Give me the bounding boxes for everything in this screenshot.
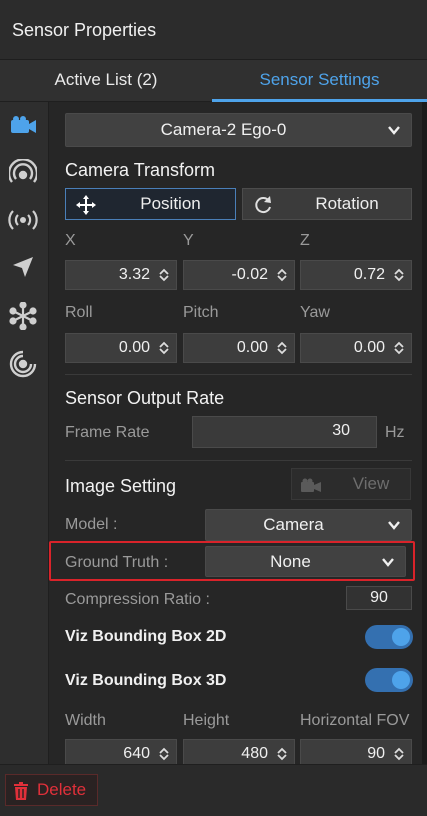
image-setting-title: Image Setting — [65, 476, 177, 496]
panel-footer: Delete — [0, 764, 427, 816]
tab-sensor-settings[interactable]: Sensor Settings — [212, 60, 427, 102]
position-button[interactable]: Position — [65, 188, 236, 220]
roll-value: 0.00 — [118, 339, 150, 356]
move-icon — [76, 195, 96, 215]
sensor-select-value: Camera-2 Ego-0 — [160, 120, 287, 139]
chevron-down-icon — [382, 557, 394, 567]
viz-bbox-3d-toggle[interactable] — [365, 668, 413, 692]
toggle-knob — [392, 628, 410, 646]
height-label: Height — [183, 712, 230, 729]
chevron-down-icon — [388, 126, 400, 135]
navigation-arrow-icon[interactable] — [8, 252, 38, 282]
chevron-down-icon — [388, 521, 400, 530]
sensor-select[interactable]: Camera-2 Ego-0 — [65, 113, 412, 147]
camera-transform-title: Camera Transform — [65, 160, 216, 180]
rotation-button[interactable]: Rotation — [242, 188, 412, 220]
panel-header: Sensor Properties — [0, 0, 427, 60]
y-label: Y — [183, 232, 194, 249]
horizontal-fov-input[interactable]: 90 — [300, 739, 412, 764]
ground-truth-label: Ground Truth : — [65, 554, 169, 571]
viz-bbox-2d-label: Viz Bounding Box 2D — [65, 628, 227, 645]
tab-bar: Active List (2) Sensor Settings — [0, 60, 427, 102]
z-label: Z — [300, 232, 310, 249]
frame-rate-label: Frame Rate — [65, 424, 150, 441]
spinner-icon[interactable] — [276, 747, 288, 761]
lidar-icon[interactable] — [8, 301, 38, 331]
camera-icon[interactable] — [8, 110, 38, 140]
horizontal-fov-value: 90 — [367, 745, 385, 762]
rotate-icon — [255, 196, 271, 214]
pitch-label: Pitch — [183, 304, 219, 321]
sensor-output-rate-title: Sensor Output Rate — [65, 388, 225, 408]
x-input[interactable]: 3.32 — [65, 260, 177, 290]
horizontal-fov-label: Horizontal FOV — [300, 712, 410, 729]
x-label: X — [65, 232, 76, 249]
sensor-settings-panel: Camera-2 Ego-0 Camera Transform Position… — [49, 102, 427, 764]
spinner-icon[interactable] — [276, 341, 288, 355]
width-input[interactable]: 640 — [65, 739, 177, 764]
view-label: View — [352, 474, 390, 493]
spinner-icon[interactable] — [393, 341, 405, 355]
compression-ratio-value: 90 — [370, 589, 388, 606]
frame-rate-unit: Hz — [385, 424, 405, 441]
x-value: 3.32 — [118, 266, 150, 283]
z-value: 0.72 — [353, 266, 385, 283]
divider — [65, 460, 412, 461]
position-label: Position — [140, 194, 201, 213]
toggle-knob — [392, 671, 410, 689]
ground-truth-select[interactable]: None — [205, 546, 406, 577]
spinner-icon[interactable] — [158, 341, 170, 355]
y-input[interactable]: -0.02 — [183, 260, 295, 290]
y-value: -0.02 — [231, 266, 268, 283]
scrollbar[interactable] — [422, 102, 427, 764]
viz-bbox-2d-toggle[interactable] — [365, 625, 413, 649]
yaw-value: 0.00 — [353, 339, 385, 356]
frame-rate-input[interactable]: 30 — [192, 416, 377, 448]
frame-rate-value: 30 — [332, 422, 350, 439]
spinner-icon[interactable] — [393, 268, 405, 282]
yaw-input[interactable]: 0.00 — [300, 333, 412, 363]
camera-icon — [301, 478, 321, 492]
viz-bbox-3d-label: Viz Bounding Box 3D — [65, 672, 227, 689]
height-input[interactable]: 480 — [183, 739, 295, 764]
model-label: Model : — [65, 516, 118, 533]
pitch-input[interactable]: 0.00 — [183, 333, 295, 363]
roll-label: Roll — [65, 304, 93, 321]
divider — [65, 374, 412, 375]
ultrasonic-icon[interactable] — [8, 349, 38, 379]
model-value: Camera — [263, 515, 324, 534]
model-select[interactable]: Camera — [205, 509, 412, 541]
z-input[interactable]: 0.72 — [300, 260, 412, 290]
tab-active-list[interactable]: Active List (2) — [0, 60, 212, 102]
spinner-icon[interactable] — [276, 268, 288, 282]
radar-icon[interactable] — [8, 158, 38, 188]
height-value: 480 — [241, 745, 268, 762]
compression-ratio-label: Compression Ratio : — [65, 591, 210, 608]
spinner-icon[interactable] — [393, 747, 405, 761]
ground-truth-value: None — [270, 551, 311, 571]
trash-icon — [14, 782, 28, 800]
compression-ratio-input[interactable]: 90 — [346, 586, 412, 610]
width-label: Width — [65, 712, 106, 729]
broadcast-icon[interactable] — [8, 205, 38, 235]
spinner-icon[interactable] — [158, 268, 170, 282]
yaw-label: Yaw — [300, 304, 330, 321]
view-button[interactable]: View — [291, 468, 411, 500]
spinner-icon[interactable] — [158, 747, 170, 761]
sensor-type-sidebar — [0, 102, 49, 764]
delete-label: Delete — [37, 780, 87, 799]
width-value: 640 — [123, 745, 150, 762]
roll-input[interactable]: 0.00 — [65, 333, 177, 363]
panel-title: Sensor Properties — [12, 20, 157, 40]
pitch-value: 0.00 — [236, 339, 268, 356]
delete-button[interactable]: Delete — [5, 774, 98, 806]
rotation-label: Rotation — [315, 194, 379, 213]
